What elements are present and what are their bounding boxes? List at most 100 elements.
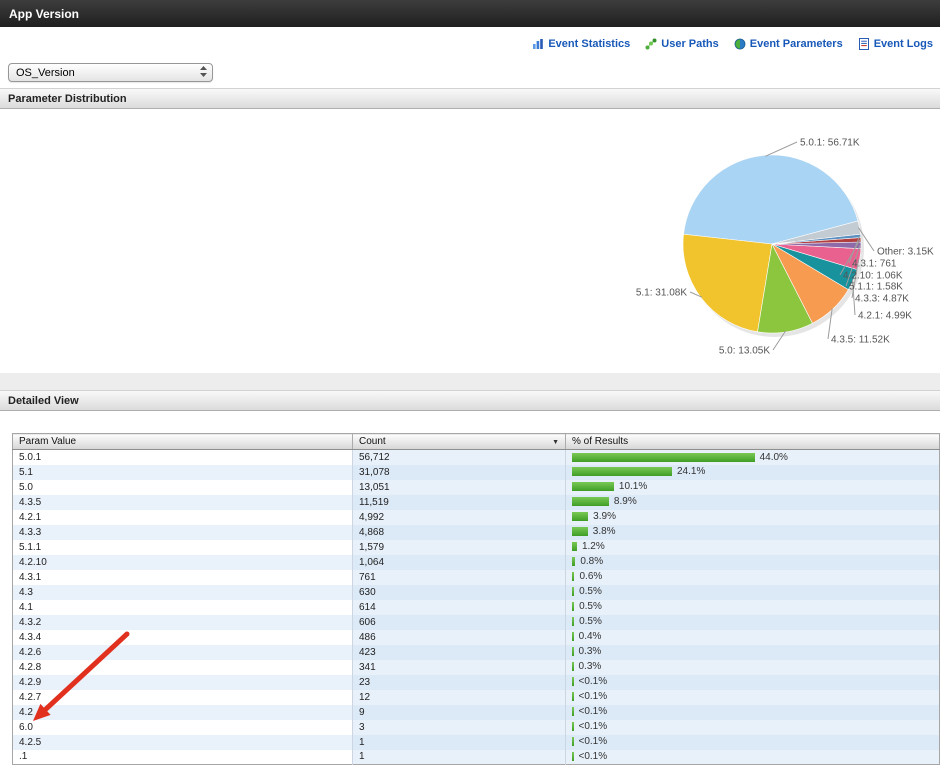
count-cell: 341 — [353, 660, 566, 675]
table-row: 5.0.156,71244.0% — [13, 450, 940, 465]
percent-label: 0.8% — [580, 556, 603, 567]
column-header-label: % of Results — [572, 436, 628, 447]
pie-callout-label: 5.1: 31.08K — [636, 288, 687, 299]
table-row: 4.2.101,064 0.8% — [13, 555, 940, 570]
table-row: 4.3.511,5198.9% — [13, 495, 940, 510]
nav-link-event-logs[interactable]: Event Logs — [858, 38, 933, 50]
table-row: 4.3.17610.6% — [13, 570, 940, 585]
param-value-cell: 5.1 — [13, 465, 353, 480]
percent-label: 24.1% — [677, 466, 705, 477]
table-row: 4.3.26060.5% — [13, 615, 940, 630]
percent-label: 1.2% — [582, 541, 605, 552]
sort-dropdown-icon[interactable]: ▼ — [552, 436, 559, 446]
section-title: Detailed View — [8, 395, 79, 407]
count-cell: 1 — [353, 735, 566, 750]
count-cell: 12 — [353, 690, 566, 705]
percent-cell: <0.1% — [566, 750, 940, 765]
percent-cell: 0.5% — [566, 585, 940, 600]
table-row: 4.36300.5% — [13, 585, 940, 600]
section-header-detail: Detailed View — [0, 390, 940, 411]
percent-bar — [572, 587, 574, 596]
count-cell: 4,868 — [353, 525, 566, 540]
percent-label: <0.1% — [579, 691, 608, 702]
count-cell: 606 — [353, 615, 566, 630]
user-paths-icon — [645, 38, 657, 50]
param-value-cell: 4.2.6 — [13, 645, 353, 660]
column-header-label: Count — [359, 436, 386, 447]
pie-callout-label: 4.3.5: 11.52K — [831, 335, 890, 346]
percent-label: 0.5% — [579, 616, 602, 627]
section-divider — [0, 373, 940, 390]
table-row: 4.29<0.1% — [13, 705, 940, 720]
percent-label: 0.3% — [579, 661, 602, 672]
select-stepper-icon — [199, 65, 208, 81]
percent-cell: 0.8% — [566, 555, 940, 570]
percent-cell: 0.4% — [566, 630, 940, 645]
param-value-cell: 4.2.8 — [13, 660, 353, 675]
param-value-cell: 4.2.1 — [13, 510, 353, 525]
count-cell: 11,519 — [353, 495, 566, 510]
nav-link-user-paths[interactable]: User Paths — [645, 38, 718, 50]
count-cell: 614 — [353, 600, 566, 615]
param-value-cell: 5.1.1 — [13, 540, 353, 555]
table-row: .11<0.1% — [13, 750, 940, 765]
percent-bar — [572, 512, 588, 521]
param-value-cell: 4.3.4 — [13, 630, 353, 645]
table-row: 4.3.34,8683.8% — [13, 525, 940, 540]
percent-cell: 8.9% — [566, 495, 940, 510]
parameter-select[interactable]: OS_Version — [8, 63, 213, 82]
detailed-view-section: Param Value ▼ Count % of Results 5.0.156… — [0, 411, 940, 765]
nav-link-event-statistics[interactable]: Event Statistics — [532, 38, 630, 50]
bar-chart-icon — [532, 38, 544, 50]
percent-cell: <0.1% — [566, 690, 940, 705]
section-title: Parameter Distribution — [8, 93, 127, 105]
table-row: 4.2.923<0.1% — [13, 675, 940, 690]
percent-cell: <0.1% — [566, 735, 940, 750]
table-header-row: Param Value ▼ Count % of Results — [13, 434, 940, 450]
event-logs-icon — [858, 38, 870, 50]
percent-cell: 44.0% — [566, 450, 940, 465]
param-value-cell: 4.2.10 — [13, 555, 353, 570]
param-value-cell: 4.1 — [13, 600, 353, 615]
section-header-distribution: Parameter Distribution — [0, 88, 940, 109]
percent-bar — [572, 737, 574, 746]
param-value-cell: 4.2.5 — [13, 735, 353, 750]
nav-bar: Event Statistics User Paths Event Parame… — [0, 27, 940, 60]
percent-label: <0.1% — [579, 751, 608, 762]
nav-link-event-parameters[interactable]: Event Parameters — [734, 38, 843, 50]
column-header-count[interactable]: ▼ Count — [353, 434, 566, 450]
param-table-body: 5.0.156,71244.0%5.131,07824.1%5.013,0511… — [13, 450, 940, 765]
pie-slice-5.1[interactable] — [683, 234, 772, 332]
count-cell: 1,579 — [353, 540, 566, 555]
percent-label: 0.4% — [579, 631, 602, 642]
percent-bar — [572, 453, 755, 462]
param-value-cell: 4.2 — [13, 705, 353, 720]
percent-label: 0.3% — [579, 646, 602, 657]
count-cell: 3 — [353, 720, 566, 735]
count-cell: 630 — [353, 585, 566, 600]
pie-callout-label: 4.2.1: 4.99K — [858, 311, 912, 322]
pie-callout-line — [765, 142, 797, 156]
percent-bar — [572, 602, 574, 611]
percent-bar — [572, 572, 574, 581]
param-value-cell: 4.3 — [13, 585, 353, 600]
count-cell: 486 — [353, 630, 566, 645]
count-cell: 1,064 — [353, 555, 566, 570]
column-header-percent[interactable]: % of Results — [566, 434, 940, 450]
percent-label: 8.9% — [614, 496, 637, 507]
count-cell: 31,078 — [353, 465, 566, 480]
percent-cell: 0.3% — [566, 660, 940, 675]
percent-label: 10.1% — [619, 481, 647, 492]
topbar: App Version — [0, 0, 940, 27]
table-row: 4.2.8341 0.3% — [13, 660, 940, 675]
percent-bar — [572, 752, 574, 761]
pie-callout-label: 5.1.1: 1.58K — [849, 282, 903, 293]
percent-bar — [572, 692, 574, 701]
table-row: 4.16140.5% — [13, 600, 940, 615]
column-header-label: Param Value — [19, 436, 76, 447]
param-value-cell: 5.0.1 — [13, 450, 353, 465]
nav-label: Event Statistics — [548, 38, 630, 50]
percent-label: <0.1% — [579, 736, 608, 747]
nav-label: User Paths — [661, 38, 718, 50]
column-header-param-value[interactable]: Param Value — [13, 434, 353, 450]
